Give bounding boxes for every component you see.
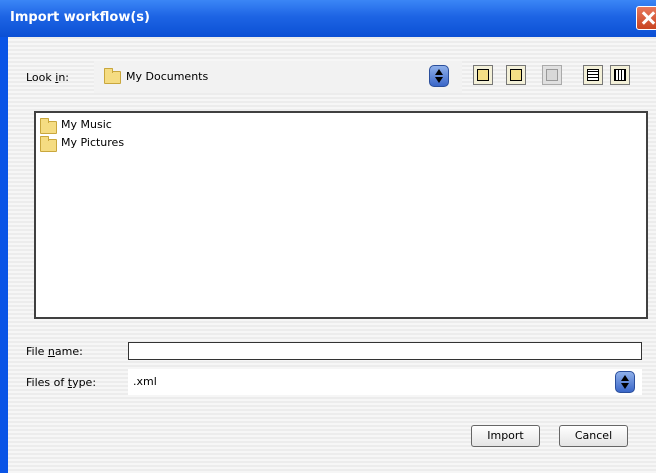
files-of-type-value: .xml <box>133 375 157 388</box>
file-item-name: My Pictures <box>61 136 125 149</box>
files-of-type-dropdown-arrow[interactable] <box>615 371 635 393</box>
dialog-body: Look in: My Documents My Music My Pictur… <box>8 37 656 473</box>
list-view-button[interactable] <box>583 65 603 85</box>
folder-icon <box>40 118 57 134</box>
new-folder-button[interactable] <box>542 65 562 85</box>
files-of-type-label: Files of type: <box>26 376 97 389</box>
folder-icon <box>104 68 121 84</box>
file-item-name: My Music <box>61 118 112 131</box>
window-title: Import workflow(s) <box>10 10 150 25</box>
file-name-label: File name: <box>26 345 83 358</box>
details-view-icon <box>614 69 626 81</box>
title-bar[interactable]: Import workflow(s) <box>0 0 656 37</box>
list-view-icon <box>587 69 599 81</box>
look-in-label: Look in: <box>26 71 70 84</box>
look-in-combo[interactable]: My Documents <box>94 61 462 93</box>
close-button[interactable] <box>636 6 656 30</box>
folder-icon <box>40 136 57 152</box>
up-folder-icon <box>477 69 489 81</box>
desktop-button[interactable] <box>506 65 526 85</box>
import-button[interactable]: Import <box>471 425 540 447</box>
home-folder-icon <box>510 69 522 81</box>
details-view-button[interactable] <box>610 65 630 85</box>
file-list[interactable]: My Music My Pictures <box>34 111 648 319</box>
cancel-button[interactable]: Cancel <box>559 425 628 447</box>
look-in-dropdown-arrow[interactable] <box>429 65 449 87</box>
up-one-level-button[interactable] <box>473 65 493 85</box>
file-name-input[interactable] <box>128 342 642 360</box>
import-workflow-dialog: Import workflow(s) Look in: My Documents <box>0 0 656 473</box>
files-of-type-combo[interactable]: .xml <box>128 369 642 395</box>
look-in-value: My Documents <box>126 70 209 83</box>
new-folder-icon <box>546 69 558 81</box>
